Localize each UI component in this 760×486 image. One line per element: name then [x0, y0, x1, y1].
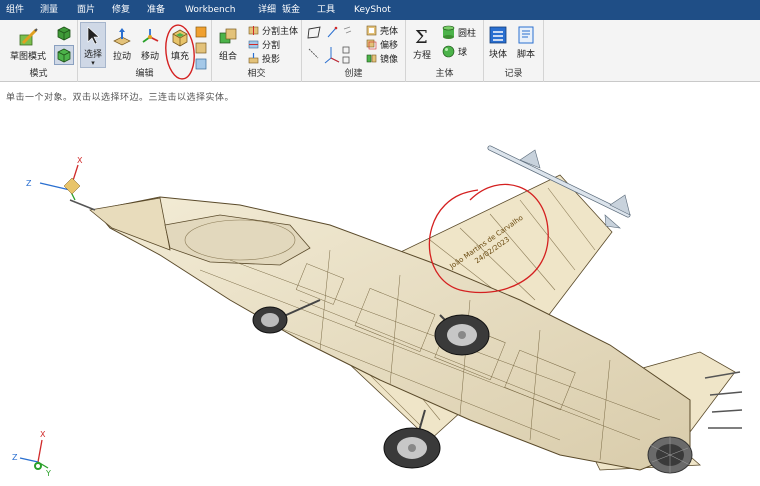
group-create-label: 创建 — [344, 69, 363, 79]
split-body-button[interactable]: 分割主体 — [248, 24, 298, 37]
script-icon — [518, 26, 534, 44]
orientation-triad: X Z Y — [12, 430, 51, 478]
pull-label: 拉动 — [112, 52, 131, 62]
application-window: 组件 测量 面片 修复 准备 Workbench 详细 钣金 工具 KeySho… — [0, 0, 760, 486]
group-record-label: 记录 — [504, 69, 523, 79]
cursor-arrow-icon — [87, 26, 100, 45]
group-intersect-label: 相交 — [247, 69, 266, 79]
tab-component[interactable]: 组件 — [6, 0, 24, 20]
split-button[interactable]: 分割 — [248, 38, 280, 51]
group-body-label: 主体 — [435, 69, 454, 79]
block-label: 块体 — [488, 50, 507, 60]
mirror-button[interactable]: 镜像 — [366, 52, 398, 65]
tab-measure[interactable]: 测量 — [40, 0, 58, 20]
top-triad-x-label: X — [77, 156, 83, 165]
combine-label: 组合 — [218, 52, 237, 62]
project-button[interactable]: 投影 — [248, 52, 280, 65]
sketch-mode-button[interactable]: 草图模式 — [10, 27, 46, 62]
tab-repair[interactable]: 修复 — [112, 0, 130, 20]
mirror-label: 镜像 — [380, 55, 399, 65]
bottom-triad-y-label: Y — [45, 469, 51, 478]
block-button[interactable]: 块体 — [488, 25, 508, 60]
nose-cone — [89, 197, 171, 251]
equation-button[interactable]: Σ 方程 — [412, 26, 432, 61]
sphere-label: 球 — [458, 48, 468, 58]
split-body-icon — [248, 26, 259, 35]
split-label: 分割 — [262, 41, 281, 51]
bottom-triad-z-label: Z — [12, 453, 18, 462]
svg-text:Σ: Σ — [415, 27, 428, 46]
main-landing-wheel-upper — [434, 314, 490, 356]
tab-facet[interactable]: 面片 — [77, 0, 95, 20]
tab-detail[interactable]: 详细 — [258, 0, 276, 20]
mirror-icon — [366, 54, 377, 63]
sketch-mode-label: 草图模式 — [10, 52, 47, 62]
bottom-triad-x-label: X — [40, 430, 46, 439]
3d-cube-icon — [57, 48, 71, 63]
axis-triad-top: X Z — [26, 156, 83, 201]
combine-icon — [219, 28, 237, 44]
3d-viewport[interactable]: João Martins de Carvalho 24/02/2023 X Z … — [0, 84, 760, 486]
offset-icon — [366, 39, 377, 50]
sketch-pencil-icon — [19, 28, 38, 46]
split-body-label: 分割主体 — [262, 27, 299, 37]
create-sketch-tools-icon[interactable] — [306, 25, 352, 69]
pull-button[interactable]: 拉动 — [112, 27, 132, 62]
menu-bar: 组件 测量 面片 修复 准备 Workbench 详细 钣金 工具 KeySho… — [0, 0, 760, 20]
select-button[interactable]: 选择 ▾ — [83, 25, 103, 67]
engine-nozzle — [647, 436, 693, 474]
block-record-icon — [489, 26, 507, 44]
fill-highlight-annotation — [165, 24, 195, 80]
group-record: 块体 脚本 记录 — [484, 20, 544, 82]
sphere-icon — [442, 45, 455, 58]
pitot-probe — [69, 199, 96, 211]
group-body: Σ 方程 圆柱 球 主体 — [406, 20, 484, 82]
project-label: 投影 — [262, 55, 281, 65]
3d-mode-toggle[interactable] — [54, 45, 74, 65]
group-intersect: 组合 分割主体 分割 投影 相交 — [212, 20, 302, 82]
sphere-button[interactable]: 球 — [442, 45, 467, 58]
shell-button[interactable]: 壳体 — [366, 24, 398, 37]
section-mode-icon[interactable] — [56, 25, 72, 41]
ribbon: 草图模式 模式 选择 ▾ 拉动 移动 填充 编辑 组合 分割主体 分割 投影 相… — [0, 20, 760, 82]
cylinder-label: 圆柱 — [458, 29, 477, 39]
project-icon — [248, 53, 259, 64]
offset-button[interactable]: 偏移 — [366, 38, 398, 51]
shell-label: 壳体 — [380, 27, 399, 37]
script-label: 脚本 — [516, 50, 535, 60]
group-mode-label: 模式 — [29, 69, 48, 79]
sigma-icon: Σ — [415, 27, 428, 46]
tab-tools[interactable]: 工具 — [317, 0, 335, 20]
cylinder-icon — [442, 25, 455, 39]
top-triad-z-label: Z — [26, 179, 32, 188]
tab-keyshot[interactable]: KeyShot — [354, 0, 391, 20]
pull-arrow-icon — [113, 28, 131, 46]
script-button[interactable]: 脚本 — [516, 25, 536, 60]
split-icon — [248, 40, 259, 49]
shell-icon — [366, 25, 377, 36]
move-button[interactable]: 移动 — [140, 27, 160, 62]
combine-button[interactable]: 组合 — [218, 27, 238, 62]
move-axes-icon — [142, 29, 159, 43]
cylinder-button[interactable]: 圆柱 — [442, 25, 476, 40]
group-create: 壳体 偏移 镜像 创建 — [302, 20, 406, 82]
equation-label: 方程 — [412, 51, 431, 61]
offset-label: 偏移 — [380, 41, 399, 51]
move-label: 移动 — [140, 52, 159, 62]
tab-sheet-metal[interactable]: 钣金 — [282, 0, 300, 20]
group-mode: 草图模式 模式 — [0, 20, 78, 82]
